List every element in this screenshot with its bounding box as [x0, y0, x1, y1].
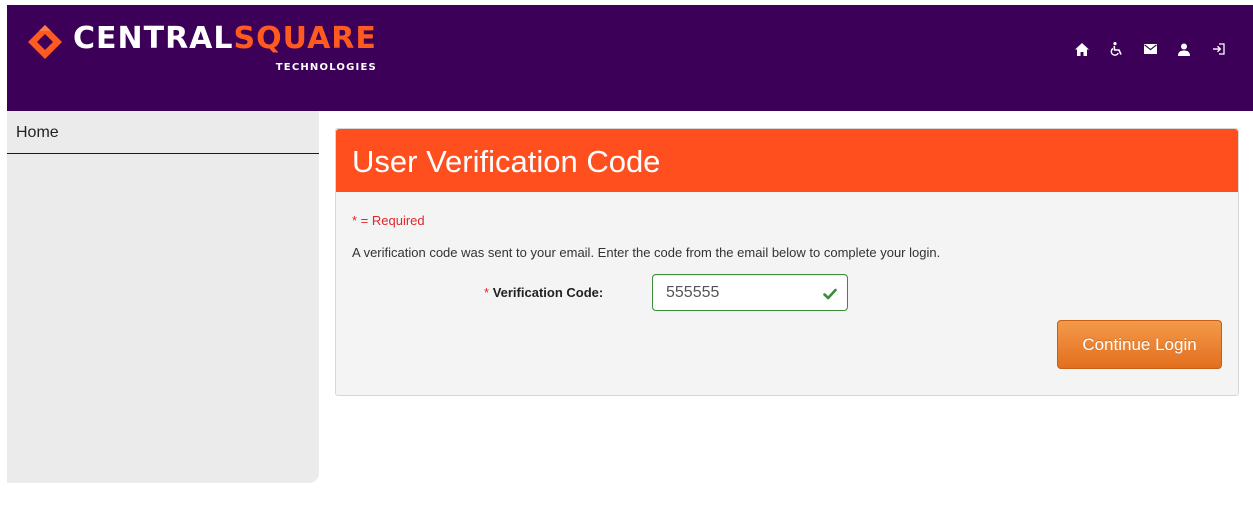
- instructions-text: A verification code was sent to your ema…: [352, 245, 941, 260]
- verification-code-field: [652, 274, 848, 311]
- app-header: CENTRALSQUARE TECHNOLOGIES: [7, 5, 1253, 111]
- verification-panel: User Verification Code * = Required A ve…: [335, 128, 1239, 396]
- required-marker: *: [484, 285, 490, 300]
- header-icon-bar: [1065, 39, 1235, 59]
- brand-name: CENTRALSQUARE: [73, 22, 377, 56]
- user-icon[interactable]: [1167, 39, 1201, 59]
- brand-name-part2: SQUARE: [233, 21, 377, 56]
- home-icon[interactable]: [1065, 39, 1099, 59]
- brand-name-part1: CENTRAL: [73, 21, 234, 56]
- page-title: User Verification Code: [352, 144, 661, 179]
- page: CENTRALSQUARE TECHNOLOGIES Home User Ver…: [0, 0, 1253, 510]
- logout-icon[interactable]: [1201, 39, 1235, 59]
- continue-login-button[interactable]: Continue Login: [1057, 320, 1222, 369]
- brand-logo[interactable]: CENTRALSQUARE TECHNOLOGIES: [27, 22, 377, 73]
- verification-code-label-text: Verification Code:: [492, 285, 604, 300]
- accessibility-icon[interactable]: [1099, 39, 1133, 59]
- mail-icon[interactable]: [1133, 39, 1167, 59]
- panel-header: User Verification Code: [336, 129, 1238, 192]
- required-note: * = Required: [352, 213, 425, 228]
- verification-code-input[interactable]: [653, 275, 847, 310]
- sidebar-item-home[interactable]: Home: [7, 111, 319, 154]
- brand-tagline: TECHNOLOGIES: [275, 62, 377, 73]
- centralsquare-logo-icon: [27, 24, 63, 60]
- brand-text: CENTRALSQUARE TECHNOLOGIES: [73, 22, 377, 74]
- verification-code-label: * Verification Code:: [484, 285, 603, 300]
- valid-check-icon: [823, 287, 837, 305]
- sidebar: Home: [7, 111, 319, 483]
